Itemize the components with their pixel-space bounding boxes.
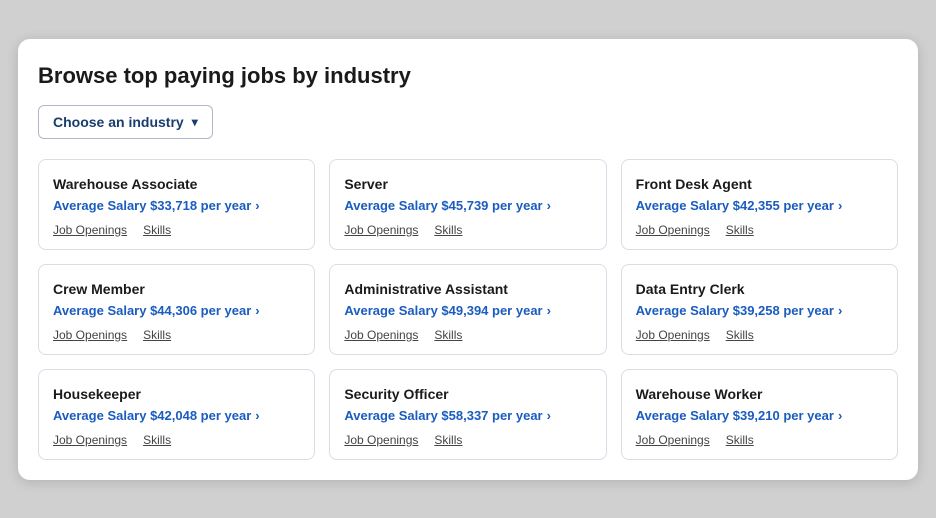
salary-arrow-icon[interactable]: ›	[838, 408, 842, 423]
job-card: Warehouse Associate Average Salary $33,7…	[38, 159, 315, 250]
links-row: Job Openings Skills	[344, 328, 591, 342]
links-row: Job Openings Skills	[636, 223, 883, 237]
skills-link[interactable]: Skills	[143, 433, 171, 447]
dropdown-label: Choose an industry	[53, 114, 184, 130]
salary-arrow-icon[interactable]: ›	[255, 198, 259, 213]
links-row: Job Openings Skills	[636, 433, 883, 447]
job-openings-link[interactable]: Job Openings	[53, 328, 127, 342]
job-openings-link[interactable]: Job Openings	[344, 223, 418, 237]
salary-text[interactable]: Average Salary $39,258 per year	[636, 303, 834, 318]
salary-text[interactable]: Average Salary $33,718 per year	[53, 198, 251, 213]
job-title: Server	[344, 176, 591, 192]
job-openings-link[interactable]: Job Openings	[636, 328, 710, 342]
links-row: Job Openings Skills	[53, 328, 300, 342]
job-card: Server Average Salary $45,739 per year ›…	[329, 159, 606, 250]
salary-row: Average Salary $58,337 per year ›	[344, 408, 591, 423]
salary-arrow-icon[interactable]: ›	[547, 408, 551, 423]
job-openings-link[interactable]: Job Openings	[53, 433, 127, 447]
industry-dropdown-button[interactable]: Choose an industry ▾	[38, 105, 213, 139]
job-openings-link[interactable]: Job Openings	[636, 223, 710, 237]
job-card: Housekeeper Average Salary $42,048 per y…	[38, 369, 315, 460]
skills-link[interactable]: Skills	[143, 223, 171, 237]
salary-text[interactable]: Average Salary $42,048 per year	[53, 408, 251, 423]
skills-link[interactable]: Skills	[143, 328, 171, 342]
salary-text[interactable]: Average Salary $44,306 per year	[53, 303, 251, 318]
salary-row: Average Salary $33,718 per year ›	[53, 198, 300, 213]
skills-link[interactable]: Skills	[726, 433, 754, 447]
job-card: Administrative Assistant Average Salary …	[329, 264, 606, 355]
links-row: Job Openings Skills	[636, 328, 883, 342]
salary-text[interactable]: Average Salary $58,337 per year	[344, 408, 542, 423]
salary-row: Average Salary $49,394 per year ›	[344, 303, 591, 318]
skills-link[interactable]: Skills	[434, 328, 462, 342]
job-title: Housekeeper	[53, 386, 300, 402]
job-card: Data Entry Clerk Average Salary $39,258 …	[621, 264, 898, 355]
job-card: Front Desk Agent Average Salary $42,355 …	[621, 159, 898, 250]
job-card: Crew Member Average Salary $44,306 per y…	[38, 264, 315, 355]
salary-text[interactable]: Average Salary $49,394 per year	[344, 303, 542, 318]
job-title: Warehouse Worker	[636, 386, 883, 402]
job-title: Front Desk Agent	[636, 176, 883, 192]
links-row: Job Openings Skills	[53, 223, 300, 237]
job-openings-link[interactable]: Job Openings	[636, 433, 710, 447]
salary-text[interactable]: Average Salary $45,739 per year	[344, 198, 542, 213]
salary-arrow-icon[interactable]: ›	[547, 198, 551, 213]
job-openings-link[interactable]: Job Openings	[53, 223, 127, 237]
job-title: Warehouse Associate	[53, 176, 300, 192]
salary-row: Average Salary $42,048 per year ›	[53, 408, 300, 423]
main-container: Browse top paying jobs by industry Choos…	[18, 39, 918, 480]
salary-arrow-icon[interactable]: ›	[838, 303, 842, 318]
jobs-grid: Warehouse Associate Average Salary $33,7…	[38, 159, 898, 460]
job-openings-link[interactable]: Job Openings	[344, 433, 418, 447]
salary-row: Average Salary $44,306 per year ›	[53, 303, 300, 318]
links-row: Job Openings Skills	[344, 223, 591, 237]
salary-arrow-icon[interactable]: ›	[547, 303, 551, 318]
salary-row: Average Salary $45,739 per year ›	[344, 198, 591, 213]
links-row: Job Openings Skills	[53, 433, 300, 447]
salary-text[interactable]: Average Salary $42,355 per year	[636, 198, 834, 213]
salary-row: Average Salary $39,210 per year ›	[636, 408, 883, 423]
salary-row: Average Salary $39,258 per year ›	[636, 303, 883, 318]
job-card: Security Officer Average Salary $58,337 …	[329, 369, 606, 460]
job-title: Administrative Assistant	[344, 281, 591, 297]
skills-link[interactable]: Skills	[726, 328, 754, 342]
salary-arrow-icon[interactable]: ›	[838, 198, 842, 213]
job-openings-link[interactable]: Job Openings	[344, 328, 418, 342]
skills-link[interactable]: Skills	[434, 433, 462, 447]
salary-row: Average Salary $42,355 per year ›	[636, 198, 883, 213]
job-card: Warehouse Worker Average Salary $39,210 …	[621, 369, 898, 460]
salary-arrow-icon[interactable]: ›	[255, 408, 259, 423]
salary-text[interactable]: Average Salary $39,210 per year	[636, 408, 834, 423]
job-title: Data Entry Clerk	[636, 281, 883, 297]
job-title: Security Officer	[344, 386, 591, 402]
salary-arrow-icon[interactable]: ›	[255, 303, 259, 318]
job-title: Crew Member	[53, 281, 300, 297]
skills-link[interactable]: Skills	[726, 223, 754, 237]
chevron-down-icon: ▾	[192, 115, 198, 129]
links-row: Job Openings Skills	[344, 433, 591, 447]
skills-link[interactable]: Skills	[434, 223, 462, 237]
page-title: Browse top paying jobs by industry	[38, 63, 898, 89]
